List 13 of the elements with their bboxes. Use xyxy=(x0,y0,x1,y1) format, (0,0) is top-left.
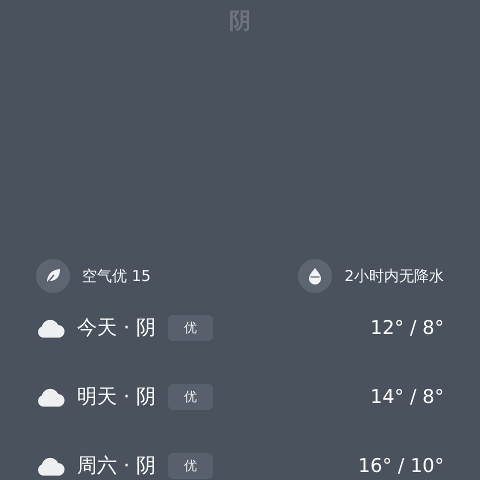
forecast-day: 明天 · 阴 xyxy=(77,383,156,410)
forecast-day: 今天 · 阴 xyxy=(77,314,156,341)
temperature-range: 16° / 10° xyxy=(358,454,444,476)
info-label: 2小时内无降水 xyxy=(344,266,444,286)
leaf-icon xyxy=(36,259,70,293)
temperature-range: 14° / 8° xyxy=(370,386,444,408)
air-quality-badge: 优 xyxy=(168,314,214,340)
air-quality-badge: 优 xyxy=(168,452,214,478)
temperature-range: 12° / 8° xyxy=(370,316,444,338)
water-drop-icon xyxy=(298,259,332,293)
info-label: 空气优 15 xyxy=(82,266,151,286)
air-quality-badge: 优 xyxy=(168,384,214,410)
forecast-day: 周六 · 阴 xyxy=(77,452,156,479)
